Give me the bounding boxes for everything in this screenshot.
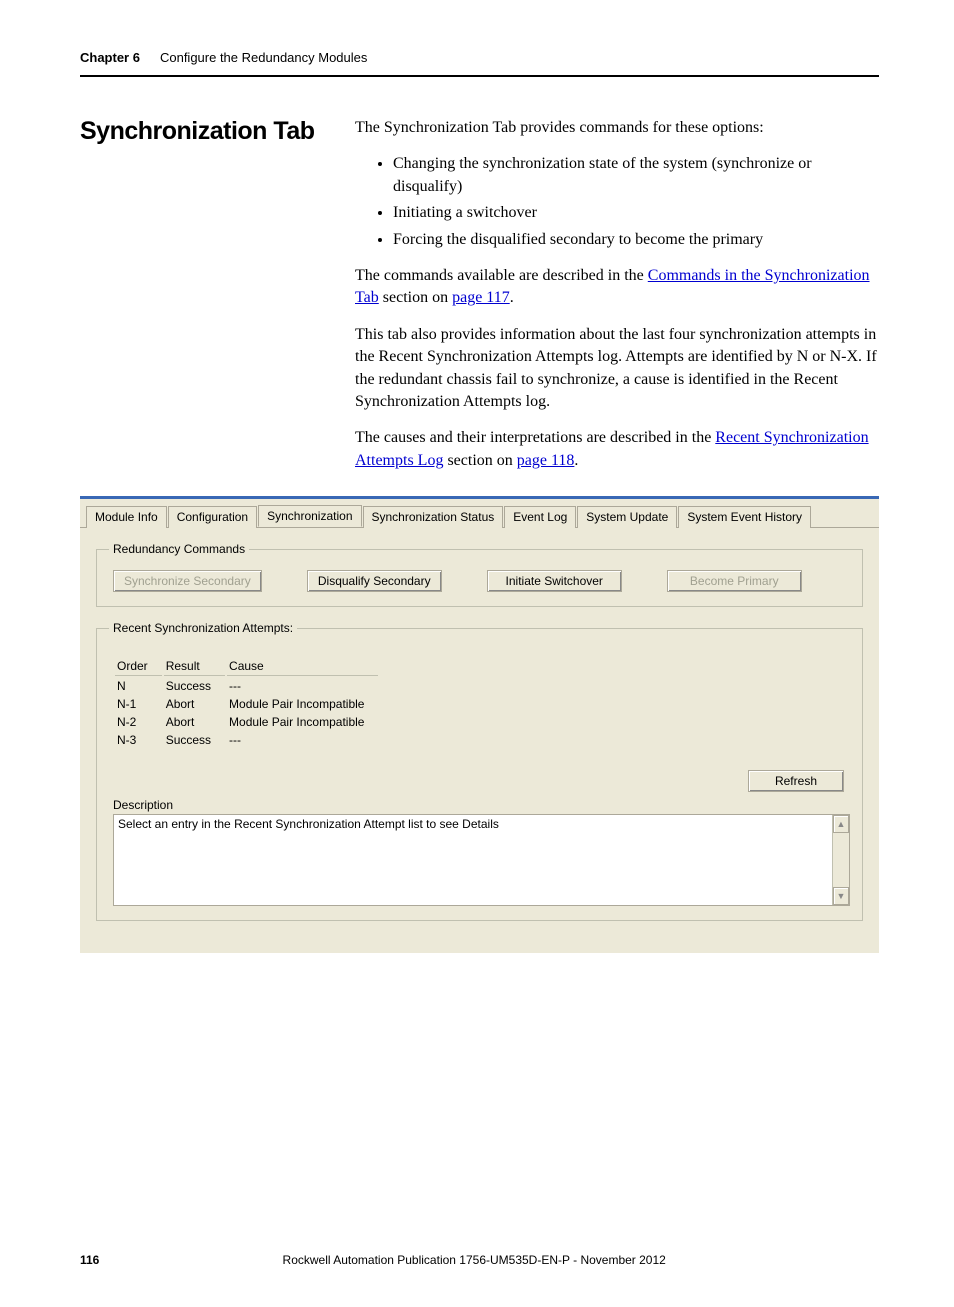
- page-118-link[interactable]: page 118: [517, 452, 575, 469]
- text-run: .: [574, 452, 578, 469]
- redundancy-commands-group: Redundancy Commands Synchronize Secondar…: [96, 542, 863, 607]
- description-box: Select an entry in the Recent Synchroniz…: [113, 814, 850, 906]
- text-run: section on: [379, 289, 452, 306]
- text-run: section on: [443, 452, 516, 469]
- chapter-title: Configure the Redundancy Modules: [160, 50, 367, 65]
- publication-info: Rockwell Automation Publication 1756-UM5…: [283, 1253, 666, 1267]
- list-item: Forcing the disqualified secondary to be…: [393, 229, 879, 251]
- text-run: The causes and their interpretations are…: [355, 429, 715, 446]
- scroll-down-icon[interactable]: ▼: [833, 887, 849, 905]
- info-paragraph: This tab also provides information about…: [355, 324, 879, 414]
- table-row[interactable]: N Success ---: [115, 678, 378, 694]
- table-header-row: Order Result Cause: [115, 657, 378, 676]
- redundancy-commands-legend: Redundancy Commands: [109, 542, 249, 556]
- cell-cause: ---: [227, 678, 378, 694]
- table-row[interactable]: N-3 Success ---: [115, 732, 378, 748]
- tab-configuration[interactable]: Configuration: [168, 506, 257, 528]
- table-row[interactable]: N-1 Abort Module Pair Incompatible: [115, 696, 378, 712]
- synchronization-tab-screenshot: Module Info Configuration Synchronizatio…: [80, 496, 879, 953]
- tab-strip: Module Info Configuration Synchronizatio…: [80, 499, 879, 527]
- become-primary-button[interactable]: Become Primary: [667, 570, 802, 592]
- cell-order: N-2: [115, 714, 162, 730]
- description-text: Select an entry in the Recent Synchroniz…: [114, 815, 832, 905]
- section-heading: Synchronization Tab: [80, 117, 325, 146]
- disqualify-secondary-button[interactable]: Disqualify Secondary: [307, 570, 442, 592]
- options-list: Changing the synchronization state of th…: [355, 153, 879, 251]
- recent-attempts-group: Recent Synchronization Attempts: Order R…: [96, 621, 863, 921]
- page-footer: 116 Rockwell Automation Publication 1756…: [80, 1253, 879, 1267]
- tab-system-event-history[interactable]: System Event History: [678, 506, 811, 528]
- page-117-link[interactable]: page 117: [452, 289, 510, 306]
- tab-synchronization-status[interactable]: Synchronization Status: [363, 506, 504, 528]
- list-item: Changing the synchronization state of th…: [393, 153, 879, 198]
- tab-system-update[interactable]: System Update: [577, 506, 677, 528]
- page-header: Chapter 6 Configure the Redundancy Modul…: [80, 50, 879, 77]
- intro-paragraph: The Synchronization Tab provides command…: [355, 117, 879, 139]
- page-number: 116: [80, 1253, 99, 1267]
- synchronize-secondary-button[interactable]: Synchronize Secondary: [113, 570, 262, 592]
- cell-order: N: [115, 678, 162, 694]
- causes-paragraph: The causes and their interpretations are…: [355, 427, 879, 472]
- initiate-switchover-button[interactable]: Initiate Switchover: [487, 570, 622, 592]
- text-run: .: [510, 289, 514, 306]
- tab-synchronization[interactable]: Synchronization: [258, 505, 361, 527]
- cell-cause: Module Pair Incompatible: [227, 696, 378, 712]
- table-row[interactable]: N-2 Abort Module Pair Incompatible: [115, 714, 378, 730]
- scroll-up-icon[interactable]: ▲: [833, 815, 849, 833]
- cell-cause: Module Pair Incompatible: [227, 714, 378, 730]
- chapter-label: Chapter 6: [80, 50, 140, 65]
- cell-order: N-3: [115, 732, 162, 748]
- cell-order: N-1: [115, 696, 162, 712]
- cell-result: Abort: [164, 714, 225, 730]
- list-item: Initiating a switchover: [393, 202, 879, 224]
- attempts-table: Order Result Cause N Success --- N-1 Abo…: [113, 655, 380, 750]
- commands-paragraph: The commands available are described in …: [355, 265, 879, 310]
- col-order[interactable]: Order: [115, 657, 162, 676]
- col-result[interactable]: Result: [164, 657, 225, 676]
- cell-result: Abort: [164, 696, 225, 712]
- tab-module-info[interactable]: Module Info: [86, 506, 167, 528]
- refresh-button[interactable]: Refresh: [748, 770, 844, 792]
- text-run: The commands available are described in …: [355, 267, 648, 284]
- scrollbar[interactable]: ▲ ▼: [832, 815, 849, 905]
- description-label: Description: [113, 798, 850, 812]
- tab-event-log[interactable]: Event Log: [504, 506, 576, 528]
- col-cause[interactable]: Cause: [227, 657, 378, 676]
- cell-result: Success: [164, 678, 225, 694]
- recent-attempts-legend: Recent Synchronization Attempts:: [109, 621, 297, 635]
- cell-cause: ---: [227, 732, 378, 748]
- cell-result: Success: [164, 732, 225, 748]
